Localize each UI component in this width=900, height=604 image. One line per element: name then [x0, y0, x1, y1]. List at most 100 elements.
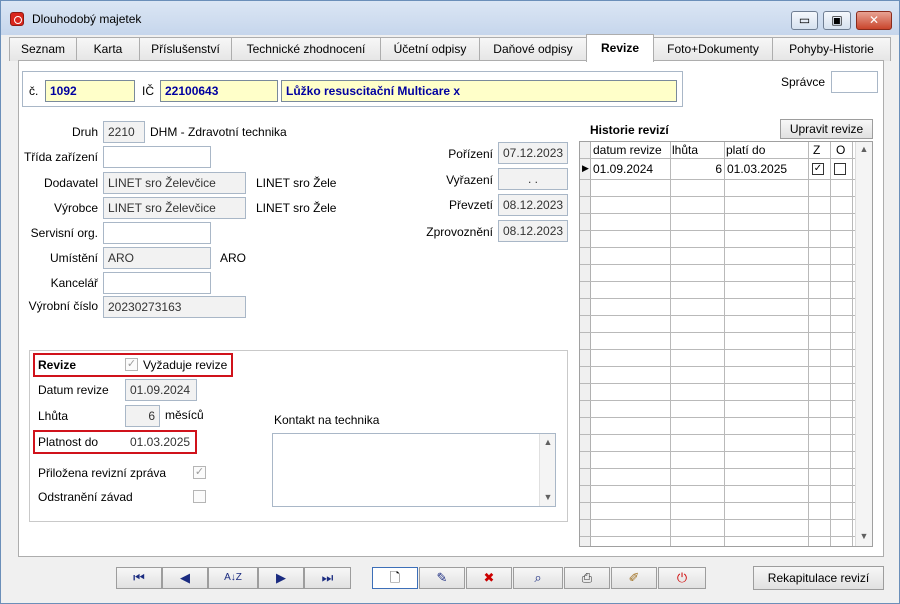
- tab-danove-odpisy[interactable]: Daňové odpisy: [479, 37, 587, 61]
- dodavatel-label: Dodavatel: [43, 176, 98, 190]
- tab-ucetni-odpisy[interactable]: Účetní odpisy: [380, 37, 480, 61]
- previous-record-button[interactable]: ◀: [162, 567, 208, 589]
- dodavatel-text: LINET sro Žele: [256, 176, 337, 190]
- col-header-z[interactable]: Z: [813, 143, 820, 157]
- scroll-down-icon[interactable]: ▼: [856, 531, 872, 541]
- vyrobce-label: Výrobce: [53, 201, 98, 215]
- grid-scrollbar[interactable]: ▲ ▼: [855, 142, 872, 546]
- cislo-field[interactable]: 1092: [45, 80, 135, 102]
- col-header-lhuta[interactable]: lhůta: [672, 143, 698, 157]
- sort-button[interactable]: A↓Z: [208, 567, 258, 589]
- upravit-revize-button[interactable]: Upravit revize: [780, 119, 873, 139]
- maximize-icon: ▣: [831, 13, 843, 27]
- spravce-field[interactable]: [831, 71, 878, 93]
- datum-revize-field[interactable]: 01.09.2024: [125, 379, 197, 401]
- col-header-datum[interactable]: datum revize: [593, 143, 662, 157]
- lhuta-field[interactable]: 6: [125, 405, 160, 427]
- scroll-down-icon[interactable]: ▼: [540, 492, 556, 502]
- clear-button[interactable]: ✐: [611, 567, 657, 589]
- col-header-o[interactable]: O: [836, 143, 845, 157]
- trida-field[interactable]: [103, 146, 211, 168]
- tab-prislusenstvi[interactable]: Příslušenství: [139, 37, 232, 61]
- kancelar-field[interactable]: [103, 272, 211, 294]
- maximize-button[interactable]: ▣: [823, 11, 851, 30]
- druh-code-field[interactable]: 2210: [103, 121, 145, 143]
- tab-bar: Seznam Karta Příslušenství Technické zho…: [9, 34, 891, 62]
- kontakt-textarea[interactable]: ▲ ▼: [272, 433, 556, 507]
- zprovozneni-field[interactable]: 08.12.2023: [498, 220, 568, 242]
- tab-revize[interactable]: Revize: [586, 34, 654, 62]
- row-o-checkbox[interactable]: [834, 163, 846, 175]
- vyrobce-field[interactable]: LINET sro Želevčice: [103, 197, 246, 219]
- revize-label: Revize: [38, 358, 77, 372]
- servisni-field[interactable]: [103, 222, 211, 244]
- tab-technicke-zhodnoceni[interactable]: Technické zhodnocení: [231, 37, 381, 61]
- tab-karta[interactable]: Karta: [76, 37, 140, 61]
- druh-label: Druh: [71, 125, 98, 139]
- edit-record-button[interactable]: ✎: [419, 567, 465, 589]
- app-icon: [10, 12, 24, 26]
- row-z-checkbox[interactable]: ✓: [812, 163, 824, 175]
- main-window: Dlouhodobý majetek ▭ ▣ ✕ Seznam Karta Př…: [0, 0, 900, 604]
- col-header-plati-do[interactable]: platí do: [726, 143, 765, 157]
- rekapitulace-button[interactable]: Rekapitulace revizí: [753, 566, 884, 590]
- tab-seznam[interactable]: Seznam: [9, 37, 77, 61]
- delete-record-icon: ✖: [483, 570, 495, 585]
- vyrobce-text: LINET sro Žele: [256, 201, 337, 215]
- scroll-up-icon[interactable]: ▲: [540, 437, 556, 447]
- close-button[interactable]: ✕: [856, 11, 892, 30]
- prevzeti-field[interactable]: 08.12.2023: [498, 194, 568, 216]
- porizeni-label: Pořízení: [448, 147, 493, 161]
- title-bar: Dlouhodobý majetek ▭ ▣ ✕: [1, 1, 899, 35]
- row-lhuta[interactable]: 6: [672, 162, 722, 176]
- next-record-button[interactable]: ▶: [258, 567, 304, 589]
- delete-record-button[interactable]: ✖: [466, 567, 512, 589]
- eraser-icon: ✐: [628, 570, 640, 585]
- print-icon: ⎙: [581, 570, 593, 585]
- lhuta-label: Lhůta: [38, 409, 69, 423]
- historie-grid[interactable]: datum revize lhůta platí do Z O ▶ 01.09.…: [579, 141, 873, 547]
- vyrobni-label: Výrobní číslo: [28, 299, 98, 313]
- vyzaduje-checkbox[interactable]: ✓: [125, 358, 138, 371]
- odstraneni-label: Odstranění závad: [38, 490, 133, 504]
- sort-az-icon: A↓Z: [224, 572, 242, 583]
- tab-foto-dokumenty[interactable]: Foto+Dokumenty: [653, 37, 773, 61]
- lhuta-unit: měsíců: [165, 408, 204, 422]
- datum-revize-label: Datum revize: [38, 383, 109, 397]
- nazev-field[interactable]: Lůžko resuscitační Multicare x: [281, 80, 677, 102]
- umisteni-text: ARO: [220, 251, 247, 265]
- window-title: Dlouhodobý majetek: [32, 12, 142, 26]
- tab-pohyby-historie[interactable]: Pohyby-Historie: [772, 37, 891, 61]
- prevzeti-label: Převzetí: [448, 198, 493, 212]
- minimize-icon: ▭: [798, 13, 811, 27]
- prilozena-checkbox[interactable]: ✓: [193, 466, 206, 479]
- first-record-icon: ⏮: [133, 570, 145, 585]
- print-button[interactable]: ⎙: [564, 567, 610, 589]
- find-record-button[interactable]: ⌕: [513, 567, 563, 589]
- vyrobni-field[interactable]: 20230273163: [103, 296, 246, 318]
- platnost-field[interactable]: 01.03.2025: [125, 431, 195, 453]
- row-datum[interactable]: 01.09.2024: [593, 162, 653, 176]
- kontakt-label: Kontakt na technika: [274, 413, 380, 427]
- scroll-up-icon[interactable]: ▲: [856, 144, 872, 154]
- ic-label: IČ: [142, 84, 154, 98]
- minimize-button[interactable]: ▭: [791, 11, 818, 30]
- power-icon: ⏻: [676, 570, 688, 585]
- revize-page: č. 1092 IČ 22100643 Lůžko resuscitační M…: [18, 60, 884, 557]
- umisteni-field[interactable]: ARO: [103, 247, 211, 269]
- kontakt-scrollbar[interactable]: ▲ ▼: [539, 434, 555, 506]
- previous-record-icon: ◀: [180, 570, 190, 585]
- row-plati-do[interactable]: 01.03.2025: [727, 162, 787, 176]
- dodavatel-field[interactable]: LINET sro Želevčice: [103, 172, 246, 194]
- next-record-icon: ▶: [276, 570, 286, 585]
- first-record-button[interactable]: ⏮: [116, 567, 162, 589]
- vyrazeni-field[interactable]: . .: [498, 168, 568, 190]
- odstraneni-checkbox[interactable]: [193, 490, 206, 503]
- last-record-button[interactable]: ⏭: [304, 567, 351, 589]
- porizeni-field[interactable]: 07.12.2023: [498, 142, 568, 164]
- ic-field[interactable]: 22100643: [160, 80, 278, 102]
- exit-button[interactable]: ⏻: [658, 567, 706, 589]
- close-icon: ✕: [868, 13, 880, 27]
- vyrazeni-label: Vyřazení: [446, 173, 493, 187]
- new-record-button[interactable]: 🗋: [372, 567, 418, 589]
